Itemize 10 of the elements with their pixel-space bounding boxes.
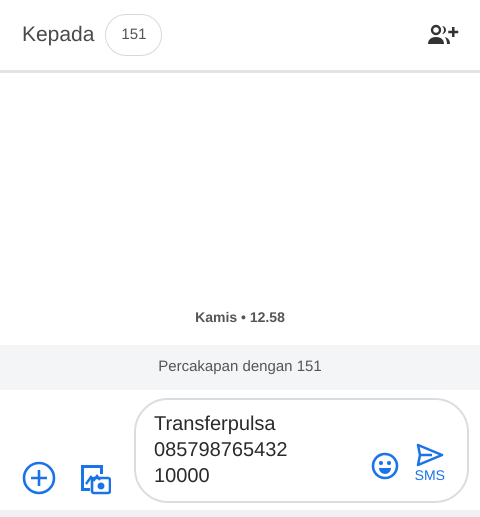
add-icon[interactable] xyxy=(22,461,56,495)
to-label: Kepada xyxy=(22,22,94,48)
add-people-icon[interactable] xyxy=(427,24,459,46)
send-button[interactable]: SMS xyxy=(414,443,445,483)
message-field[interactable]: Transferpulsa 085798765432 10000 xyxy=(154,411,371,489)
recipient-chip[interactable]: 151 xyxy=(105,14,162,56)
send-icon xyxy=(416,443,444,467)
message-timestamp: Kamis • 12.58 xyxy=(194,308,286,327)
emoji-icon[interactable] xyxy=(370,452,399,480)
conversation-banner: Percakapan dengan 151 xyxy=(0,345,480,390)
